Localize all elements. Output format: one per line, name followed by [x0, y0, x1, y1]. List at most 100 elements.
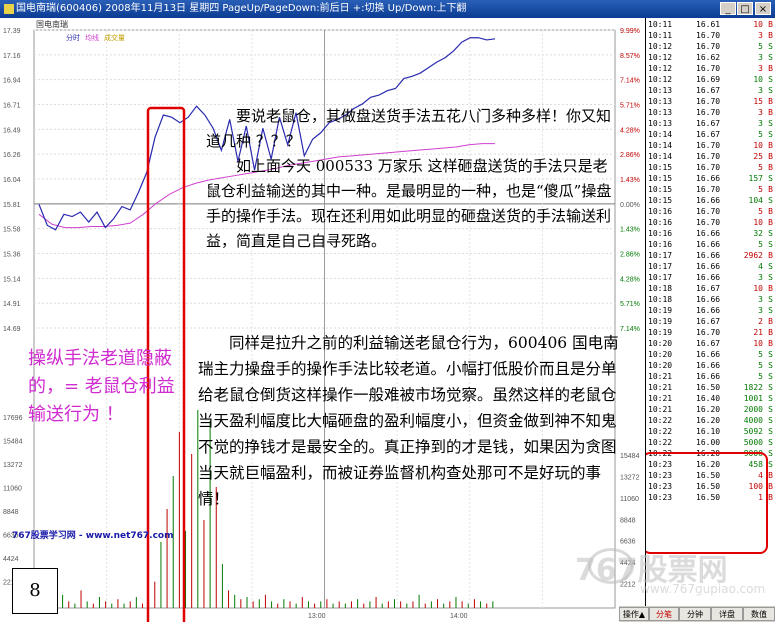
tape-volume: 2962 — [743, 251, 763, 260]
price-tick-label: 16.94 — [3, 78, 21, 85]
tape-time: 10:21 — [648, 405, 673, 414]
tape-time: 10:14 — [648, 141, 673, 150]
tape-time: 10:15 — [648, 174, 673, 183]
tape-side: B — [768, 152, 773, 161]
tape-side: S — [768, 449, 773, 458]
tape-side: S — [768, 427, 773, 436]
tape-volume: 1001 — [743, 394, 763, 403]
chart-stock-name: 国电南瑞 — [36, 19, 68, 29]
tape-price: 16.66 — [696, 240, 721, 249]
tape-time: 10:16 — [648, 218, 673, 227]
tape-side: S — [768, 262, 773, 271]
tape-side: S — [768, 394, 773, 403]
chart-legend-item: 分时 — [66, 33, 80, 42]
tape-volume: 5000 — [743, 438, 763, 447]
chart-legend-item: 均线 — [85, 33, 99, 42]
tape-time: 10:13 — [648, 108, 673, 117]
title-bar: 国电南瑞(600406) 2008年11月13日 星期四 PageUp/Page… — [0, 0, 775, 18]
tape-side: B — [768, 328, 773, 337]
tape-volume: 25 — [753, 152, 763, 161]
tape-side: B — [768, 317, 773, 326]
tape-volume: 5092 — [743, 427, 763, 436]
price-tick-label: 14.91 — [3, 301, 21, 308]
tape-time: 10:22 — [648, 427, 673, 436]
tape-side: S — [768, 229, 773, 238]
tape-price: 16.70 — [696, 108, 721, 117]
tape-price: 16.67 — [696, 130, 721, 139]
tape-volume: 10 — [753, 141, 763, 150]
tab-ticks[interactable]: 分笔 — [649, 607, 679, 621]
tape-row: 10:21 16.40 1001 S — [646, 393, 775, 404]
tape-side: B — [768, 482, 773, 491]
tape-side: S — [768, 86, 773, 95]
tape-volume: 21 — [753, 328, 763, 337]
price-tick-label: 17.39 — [3, 28, 21, 35]
tape-row: 10:12 16.70 5 S — [646, 41, 775, 52]
tape-side: S — [768, 273, 773, 282]
price-tick-label: 15.58 — [3, 227, 21, 234]
tape-side: S — [768, 53, 773, 62]
tape-side: B — [768, 284, 773, 293]
tab-minutes[interactable]: 分钟 — [679, 607, 711, 621]
tape-time: 10:19 — [648, 328, 673, 337]
price-tick-label: 16.04 — [3, 177, 21, 184]
tab-values[interactable]: 数值 — [743, 607, 775, 621]
tape-row: 10:13 16.67 3 S — [646, 85, 775, 96]
tape-volume: 3 — [758, 306, 763, 315]
pct-tick-label: 8.57% — [620, 53, 640, 60]
tape-time: 10:17 — [648, 251, 673, 260]
tape-volume: 157 — [748, 174, 763, 183]
tape-side: S — [768, 372, 773, 381]
tape-side: S — [768, 350, 773, 359]
tape-row: 10:17 16.66 3 S — [646, 272, 775, 283]
volume-tick-label: 4424 — [3, 556, 19, 563]
tape-time: 10:12 — [648, 75, 673, 84]
tape-row: 10:12 16.62 3 S — [646, 52, 775, 63]
tape-row: 10:20 16.66 5 S — [646, 360, 775, 371]
price-tick-label: 15.14 — [3, 276, 21, 283]
tape-price: 16.20 — [696, 416, 721, 425]
volume-tick-label-right: 8848 — [620, 517, 636, 524]
tape-price: 16.66 — [696, 361, 721, 370]
site-caption: 767股票学习网 - www.net767.com — [12, 531, 174, 541]
pct-tick-label: 4.28% — [620, 127, 640, 134]
pct-tick-label: 5.71% — [620, 103, 640, 110]
tape-volume: 5 — [758, 207, 763, 216]
tape-volume: 5 — [758, 163, 763, 172]
tape-volume: 3 — [758, 119, 763, 128]
tape-price: 16.70 — [696, 141, 721, 150]
tape-row: 10:14 16.70 25 B — [646, 151, 775, 162]
minimize-button[interactable]: _ — [720, 2, 736, 15]
tape-time: 10:13 — [648, 86, 673, 95]
tape-side: B — [768, 141, 773, 150]
tape-volume: 10 — [753, 75, 763, 84]
tape-price: 16.67 — [696, 86, 721, 95]
tab-operation[interactable]: 操作▲ — [619, 607, 649, 621]
tape-row: 10:17 16.66 4 S — [646, 261, 775, 272]
tape-price: 16.66 — [696, 251, 721, 260]
tape-price: 16.50 — [696, 383, 721, 392]
tape-side: B — [768, 20, 773, 29]
tape-row: 10:21 16.66 5 S — [646, 371, 775, 382]
tape-row: 10:19 16.66 3 S — [646, 305, 775, 316]
pct-tick-label: 5.71% — [620, 301, 640, 308]
tape-side: B — [768, 163, 773, 172]
tape-price: 16.66 — [696, 350, 721, 359]
time-label: 13:00 — [308, 613, 326, 620]
tape-price: 16.61 — [696, 20, 721, 29]
tape-row: 10:17 16.66 2962 B — [646, 250, 775, 261]
tape-time: 10:17 — [648, 262, 673, 271]
tape-time: 10:12 — [648, 42, 673, 51]
article-paragraph-2: 同样是拉升之前的利益输送老鼠仓行为，600406 国电南瑞主力操盘手的操作手法比… — [198, 334, 619, 508]
tape-price: 16.70 — [696, 207, 721, 216]
trade-tape[interactable]: 10:11 16.61 10 B 10:11 16.70 3 B 10:12 16.70 5 S 10:… — [646, 18, 775, 606]
tape-row: 10:11 16.70 3 B — [646, 30, 775, 41]
tape-side: B — [768, 207, 773, 216]
tape-volume: 5 — [758, 240, 763, 249]
pct-tick-label: 2.86% — [620, 252, 640, 259]
maximize-button[interactable]: □ — [737, 2, 753, 15]
tape-row: 10:14 16.67 5 S — [646, 129, 775, 140]
close-button[interactable]: × — [755, 2, 771, 15]
tab-detail[interactable]: 详盘 — [711, 607, 743, 621]
tape-price: 16.70 — [696, 163, 721, 172]
